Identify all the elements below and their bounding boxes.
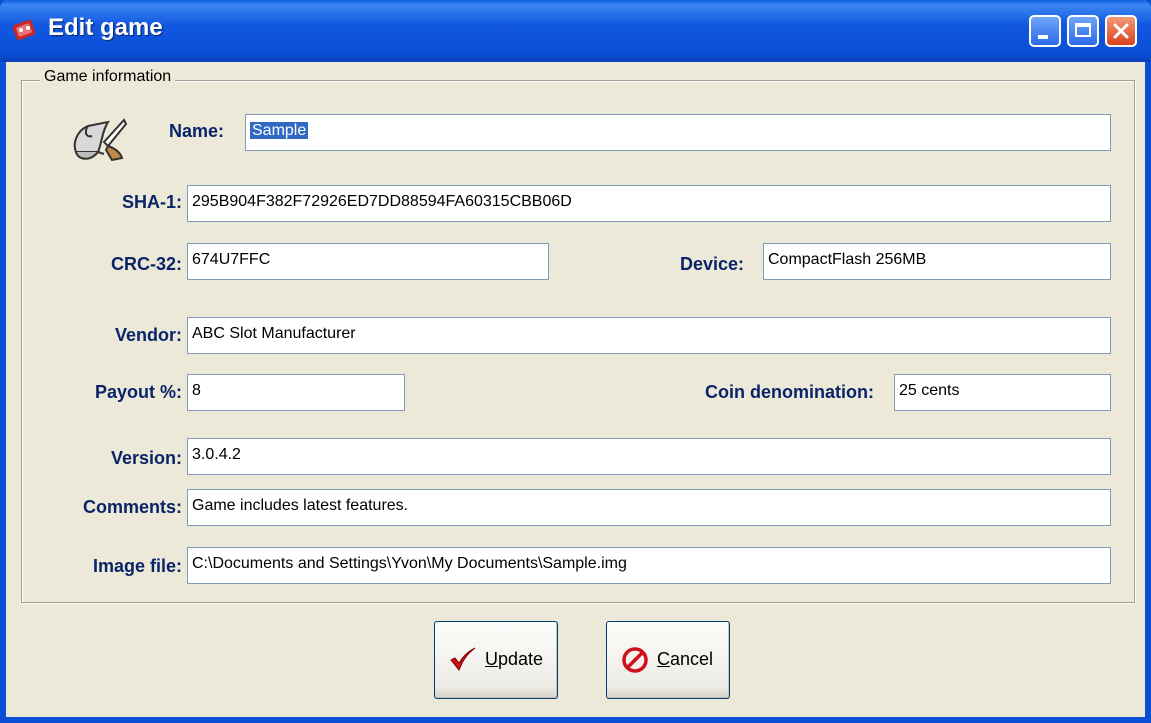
name-label: Name: xyxy=(168,121,224,141)
sha1-input[interactable]: 295B904F382F72926ED7DD88594FA60315CBB06D xyxy=(187,185,1111,222)
window-title: Edit game xyxy=(48,14,163,41)
image-file-input[interactable]: C:\Documents and Settings\Yvon\My Docume… xyxy=(187,547,1111,584)
game-app-icon xyxy=(12,19,36,41)
close-button[interactable] xyxy=(1105,15,1137,47)
coin-denomination-input[interactable]: 25 cents xyxy=(894,374,1111,411)
version-label: Version: xyxy=(110,448,182,468)
coin-denomination-label: Coin denomination: xyxy=(705,382,874,402)
comments-label: Comments: xyxy=(82,497,182,517)
group-legend: Game information xyxy=(40,68,176,86)
name-value: Sample xyxy=(250,122,309,139)
crc32-input[interactable]: 674U7FFC xyxy=(187,243,549,280)
device-label: Device: xyxy=(679,254,744,274)
maximize-icon xyxy=(1075,23,1091,37)
comments-input[interactable]: Game includes latest features. xyxy=(187,489,1111,526)
device-input[interactable]: CompactFlash 256MB xyxy=(763,243,1111,280)
cancel-button-label: Cancel xyxy=(657,649,714,669)
no-entry-icon xyxy=(622,647,648,673)
edit-game-window: Edit game Game information Name: Sample … xyxy=(0,0,1151,723)
payout-label: Payout %: xyxy=(94,382,182,402)
close-icon xyxy=(1113,23,1129,39)
update-button[interactable]: Update xyxy=(434,621,558,699)
minimize-button[interactable] xyxy=(1029,15,1061,47)
version-input[interactable]: 3.0.4.2 xyxy=(187,438,1111,475)
sha1-label: SHA-1: xyxy=(121,192,182,212)
maximize-button[interactable] xyxy=(1067,15,1099,47)
title-bar[interactable]: Edit game xyxy=(0,0,1151,62)
update-button-label: Update xyxy=(485,649,544,669)
checkmark-icon xyxy=(450,647,476,671)
vendor-label: Vendor: xyxy=(114,325,182,345)
payout-input[interactable]: 8 xyxy=(187,374,405,411)
minimize-icon xyxy=(1038,35,1048,39)
scroll-quill-icon xyxy=(73,118,128,162)
cancel-button[interactable]: Cancel xyxy=(606,621,730,699)
crc32-label: CRC-32: xyxy=(110,254,182,274)
vendor-input[interactable]: ABC Slot Manufacturer xyxy=(187,317,1111,354)
name-input[interactable]: Sample xyxy=(245,114,1111,151)
image-file-label: Image file: xyxy=(92,556,182,576)
